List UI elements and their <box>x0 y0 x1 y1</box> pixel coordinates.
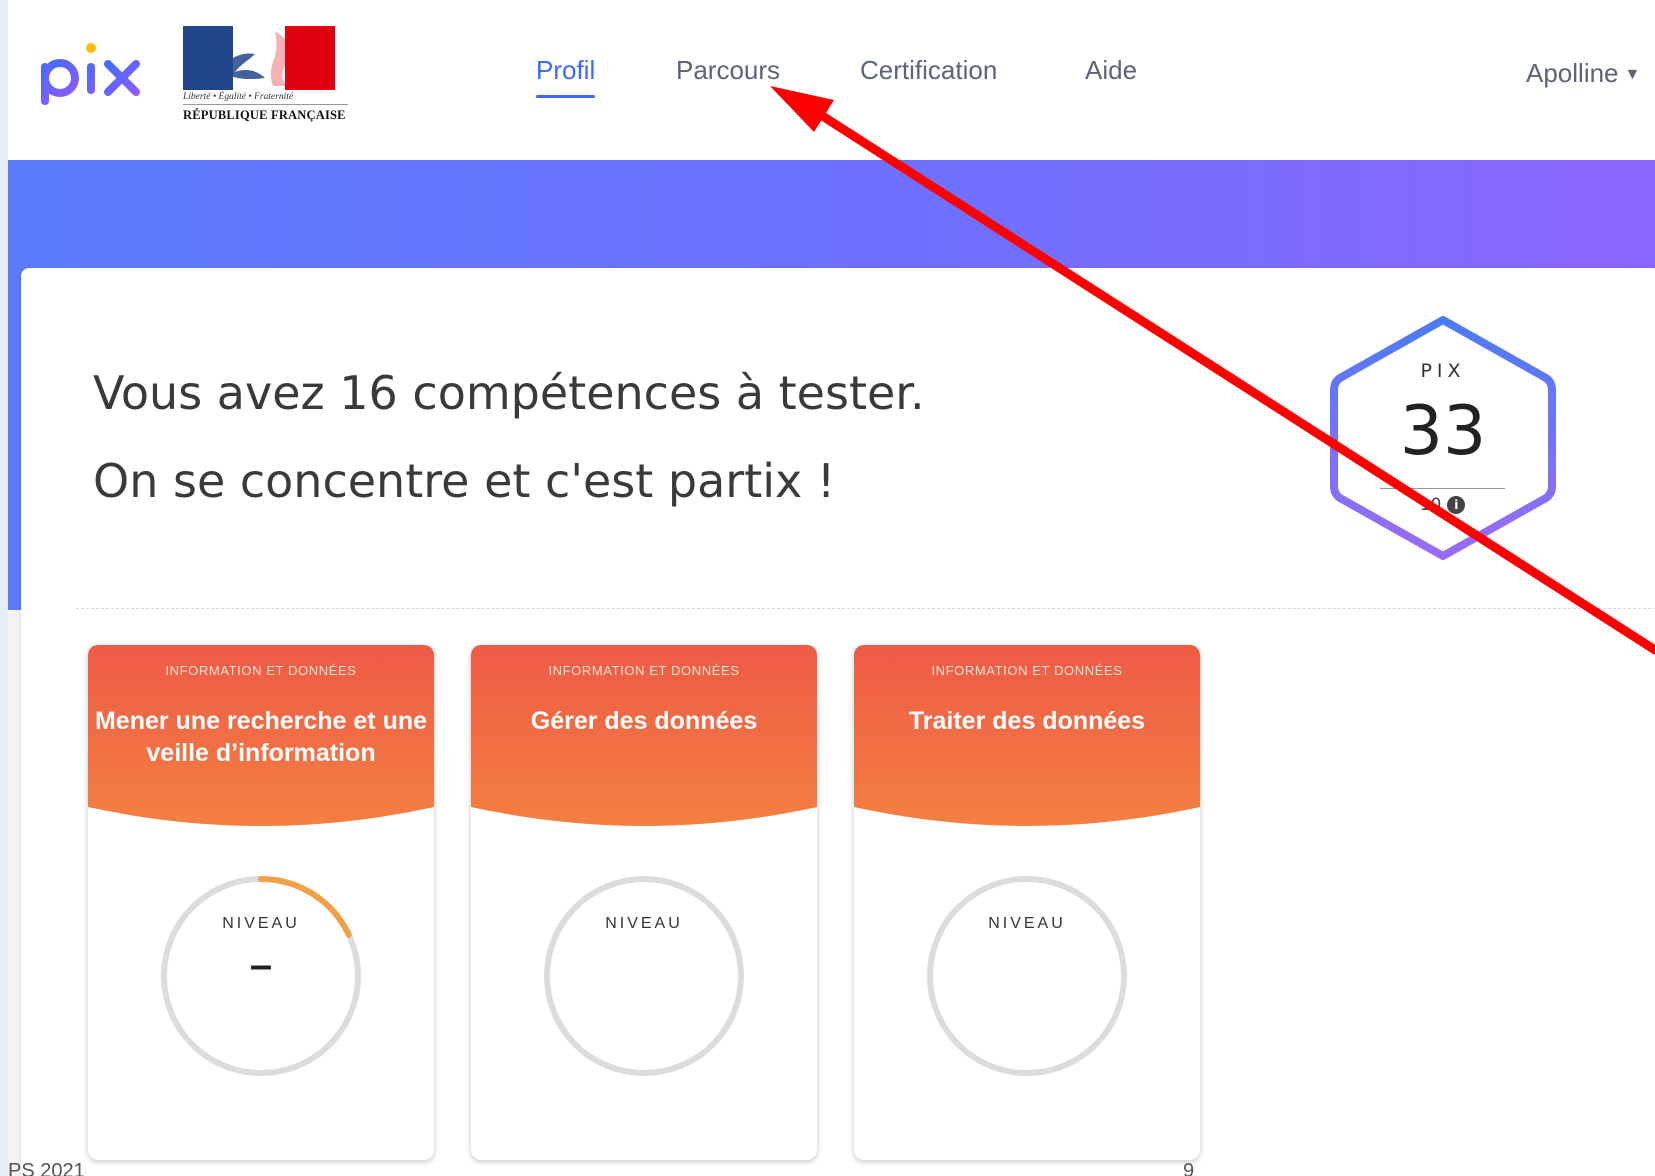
app-window: Liberté • Égalité • Fraternité RÉPUBLIQU… <box>8 0 1655 1176</box>
slide-footer-left: PS 2021 <box>8 1160 85 1176</box>
slide-page-number: 9 <box>1183 1160 1195 1176</box>
annotation-arrow-icon <box>770 86 1655 655</box>
